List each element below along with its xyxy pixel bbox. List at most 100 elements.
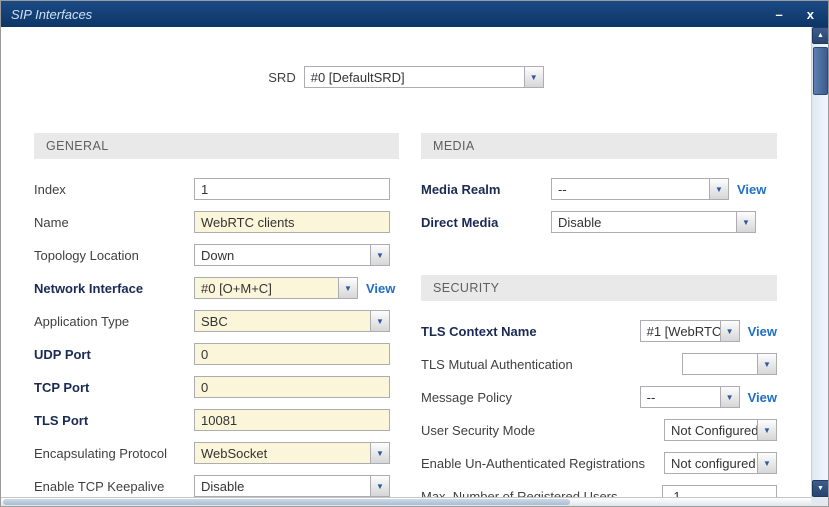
horizontal-scrollbar[interactable] [1,497,811,506]
media-realm-value: -- [552,182,709,197]
scrollbar-corner [811,497,828,506]
topology-location-label: Topology Location [34,248,194,263]
network-interface-label: Network Interface [34,281,194,296]
field-row-message-policy: Message Policy -- ▼ View [421,386,777,408]
name-label: Name [34,215,194,230]
minimize-button[interactable]: – [772,6,787,23]
direct-media-select[interactable]: Disable ▼ [551,211,756,233]
max-registered-users-input[interactable] [662,485,777,497]
direct-media-label: Direct Media [421,215,551,230]
form-columns: GENERAL Index Name Topology Location Dow… [1,133,811,497]
max-registered-users-label: Max. Number of Registered Users [421,489,662,498]
direct-media-value: Disable [552,215,736,230]
field-row-encapsulating-protocol: Encapsulating Protocol WebSocket ▼ [34,442,399,464]
tcp-keepalive-label: Enable TCP Keepalive [34,479,194,494]
horizontal-scrollbar-thumb[interactable] [3,499,570,505]
topology-location-value: Down [195,248,370,263]
chevron-down-icon[interactable]: ▼ [370,311,389,331]
message-policy-value: -- [641,390,720,405]
field-row-tls-context: TLS Context Name #1 [WebRTC] ▼ View [421,320,777,342]
network-interface-select[interactable]: #0 [O+M+C] ▼ [194,277,358,299]
encapsulating-protocol-label: Encapsulating Protocol [34,446,194,461]
right-column: MEDIA Media Realm -- ▼ View Direct Media… [421,133,777,497]
tls-mutual-auth-label: TLS Mutual Authentication [421,357,682,372]
field-row-network-interface: Network Interface #0 [O+M+C] ▼ View [34,277,399,299]
tls-mutual-auth-select[interactable]: ▼ [682,353,777,375]
udp-port-label: UDP Port [34,347,194,362]
user-security-mode-label: User Security Mode [421,423,664,438]
user-security-mode-value: Not Configured [665,423,757,438]
tcp-port-input[interactable] [194,376,390,398]
sip-interfaces-dialog: SIP Interfaces – x SRD #0 [DefaultSRD] ▼… [0,0,829,507]
field-row-direct-media: Direct Media Disable ▼ [421,211,777,233]
topology-location-select[interactable]: Down ▼ [194,244,390,266]
view-link-media-realm[interactable]: View [737,182,766,197]
encapsulating-protocol-value: WebSocket [195,446,370,461]
scroll-down-icon[interactable]: ▼ [812,480,829,497]
chevron-down-icon[interactable]: ▼ [757,420,776,440]
chevron-down-icon[interactable]: ▼ [757,354,776,374]
application-type-label: Application Type [34,314,194,329]
vertical-scrollbar[interactable]: ▲ ▼ [811,27,828,497]
tls-context-label: TLS Context Name [421,324,640,339]
media-realm-select[interactable]: -- ▼ [551,178,729,200]
tls-context-select[interactable]: #1 [WebRTC] ▼ [640,320,740,342]
unauth-registrations-select[interactable]: Not configured ▼ [664,452,777,474]
vertical-scrollbar-thumb[interactable] [813,47,828,95]
srd-row: SRD #0 [DefaultSRD] ▼ [1,65,811,89]
view-link-tls-context[interactable]: View [748,324,777,339]
tls-context-value: #1 [WebRTC] [641,324,720,339]
chevron-down-icon[interactable]: ▼ [370,476,389,496]
field-row-media-realm: Media Realm -- ▼ View [421,178,777,200]
dialog-content: SRD #0 [DefaultSRD] ▼ GENERAL Index Name [1,27,811,497]
field-row-tcp-keepalive: Enable TCP Keepalive Disable ▼ [34,475,399,497]
chevron-down-icon[interactable]: ▼ [757,453,776,473]
chevron-down-icon[interactable]: ▼ [524,67,543,87]
scroll-up-icon[interactable]: ▲ [812,27,829,44]
view-link-message-policy[interactable]: View [748,390,777,405]
field-row-topology-location: Topology Location Down ▼ [34,244,399,266]
tcp-port-label: TCP Port [34,380,194,395]
srd-value: #0 [DefaultSRD] [305,70,524,85]
general-section-header: GENERAL [34,133,399,159]
general-section: GENERAL Index Name Topology Location Dow… [34,133,399,497]
security-section-header: SECURITY [421,275,777,301]
message-policy-select[interactable]: -- ▼ [640,386,740,408]
application-type-value: SBC [195,314,370,329]
unauth-registrations-label: Enable Un-Authenticated Registrations [421,456,664,471]
chevron-down-icon[interactable]: ▼ [720,321,739,341]
network-interface-value: #0 [O+M+C] [195,281,338,296]
chevron-down-icon[interactable]: ▼ [338,278,357,298]
index-input[interactable] [194,178,390,200]
window-buttons: – x [772,6,818,23]
field-row-unauth-registrations: Enable Un-Authenticated Registrations No… [421,452,777,474]
media-realm-label: Media Realm [421,182,551,197]
udp-port-input[interactable] [194,343,390,365]
close-button[interactable]: x [803,6,818,23]
chevron-down-icon[interactable]: ▼ [370,443,389,463]
tcp-keepalive-value: Disable [195,479,370,494]
chevron-down-icon[interactable]: ▼ [720,387,739,407]
encapsulating-protocol-select[interactable]: WebSocket ▼ [194,442,390,464]
window-title: SIP Interfaces [11,7,92,22]
unauth-registrations-value: Not configured [665,456,757,471]
chevron-down-icon[interactable]: ▼ [709,179,728,199]
user-security-mode-select[interactable]: Not Configured ▼ [664,419,777,441]
field-row-tcp-port: TCP Port [34,376,399,398]
chevron-down-icon[interactable]: ▼ [736,212,755,232]
tcp-keepalive-select[interactable]: Disable ▼ [194,475,390,497]
srd-select[interactable]: #0 [DefaultSRD] ▼ [304,66,544,88]
chevron-down-icon[interactable]: ▼ [370,245,389,265]
field-row-application-type: Application Type SBC ▼ [34,310,399,332]
tls-port-input[interactable] [194,409,390,431]
title-bar: SIP Interfaces – x [1,1,828,27]
field-row-user-security-mode: User Security Mode Not Configured ▼ [421,419,777,441]
field-row-name: Name [34,211,399,233]
field-row-tls-mutual-auth: TLS Mutual Authentication ▼ [421,353,777,375]
media-section-header: MEDIA [421,133,777,159]
view-link-network-interface[interactable]: View [366,281,395,296]
index-label: Index [34,182,194,197]
name-input[interactable] [194,211,390,233]
field-row-tls-port: TLS Port [34,409,399,431]
application-type-select[interactable]: SBC ▼ [194,310,390,332]
